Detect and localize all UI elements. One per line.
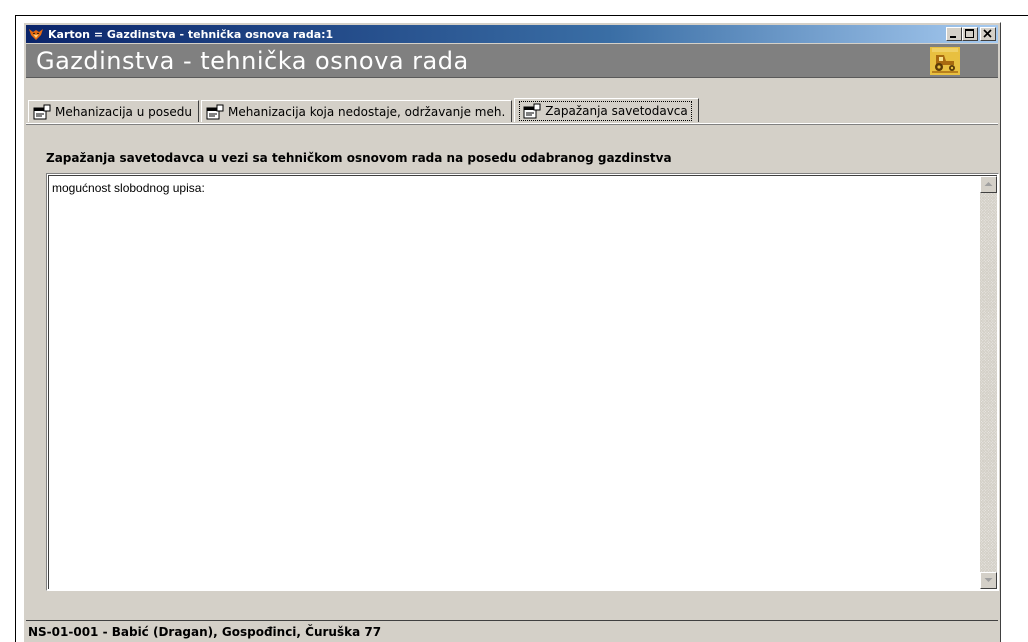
tab-strip: Mehanizacija u posedu Mehanizacija koja … <box>28 98 701 122</box>
maximize-icon <box>965 29 974 38</box>
tractor-icon <box>930 47 960 75</box>
minimize-button[interactable] <box>946 27 962 41</box>
notes-textarea-inner[interactable]: mogućnost slobodnog upisa: <box>48 175 997 589</box>
arrow-up-icon <box>984 182 993 186</box>
notes-textarea[interactable]: mogućnost slobodnog upisa: <box>46 173 999 591</box>
notes-text: mogućnost slobodnog upisa: <box>52 181 205 195</box>
scroll-down-button[interactable] <box>980 572 997 589</box>
tab-label: Mehanizacija u posedu <box>55 104 192 119</box>
form-icon <box>33 104 51 119</box>
form-icon <box>206 104 224 119</box>
status-bar: NS-01-001 - Babić (Dragan), Gospođinci, … <box>26 620 998 642</box>
arrow-down-icon <box>984 578 993 582</box>
tab-divider <box>26 123 998 125</box>
window-title: Karton = Gazdinstva - tehnička osnova ra… <box>48 27 334 41</box>
window-controls <box>946 27 996 41</box>
minimize-icon <box>950 36 956 38</box>
tab-focus-frame: Zapažanja savetodavca <box>519 100 692 121</box>
status-text: NS-01-001 - Babić (Dragan), Gospođinci, … <box>28 625 382 639</box>
header-title: Gazdinstva - tehnička osnova rada <box>36 47 469 75</box>
form-icon <box>523 103 541 118</box>
tab-label: Mehanizacija koja nedostaje, održavanje … <box>227 104 506 119</box>
tab-zapazanja-savetodavca[interactable]: Zapažanja savetodavca <box>514 98 699 122</box>
fox-app-icon <box>29 29 43 40</box>
tab-label: Zapažanja savetodavca <box>545 103 688 118</box>
maximize-button[interactable] <box>962 27 978 41</box>
close-button[interactable] <box>980 27 996 41</box>
vertical-scrollbar[interactable] <box>980 176 997 589</box>
header-band: Gazdinstva - tehnička osnova rada <box>26 44 998 78</box>
app-window: Karton = Gazdinstva - tehnička osnova ra… <box>23 22 1001 642</box>
section-label: Zapažanja savetodavca u vezi sa tehničko… <box>46 151 672 165</box>
tab-mehanizacija-koja-nedostaje[interactable]: Mehanizacija koja nedostaje, održavanje … <box>200 100 513 122</box>
scroll-up-button[interactable] <box>980 176 997 193</box>
title-bar[interactable]: Karton = Gazdinstva - tehnička osnova ra… <box>26 25 998 43</box>
close-icon <box>983 29 992 38</box>
tab-mehanizacija-u-posedu[interactable]: Mehanizacija u posedu <box>28 100 199 122</box>
